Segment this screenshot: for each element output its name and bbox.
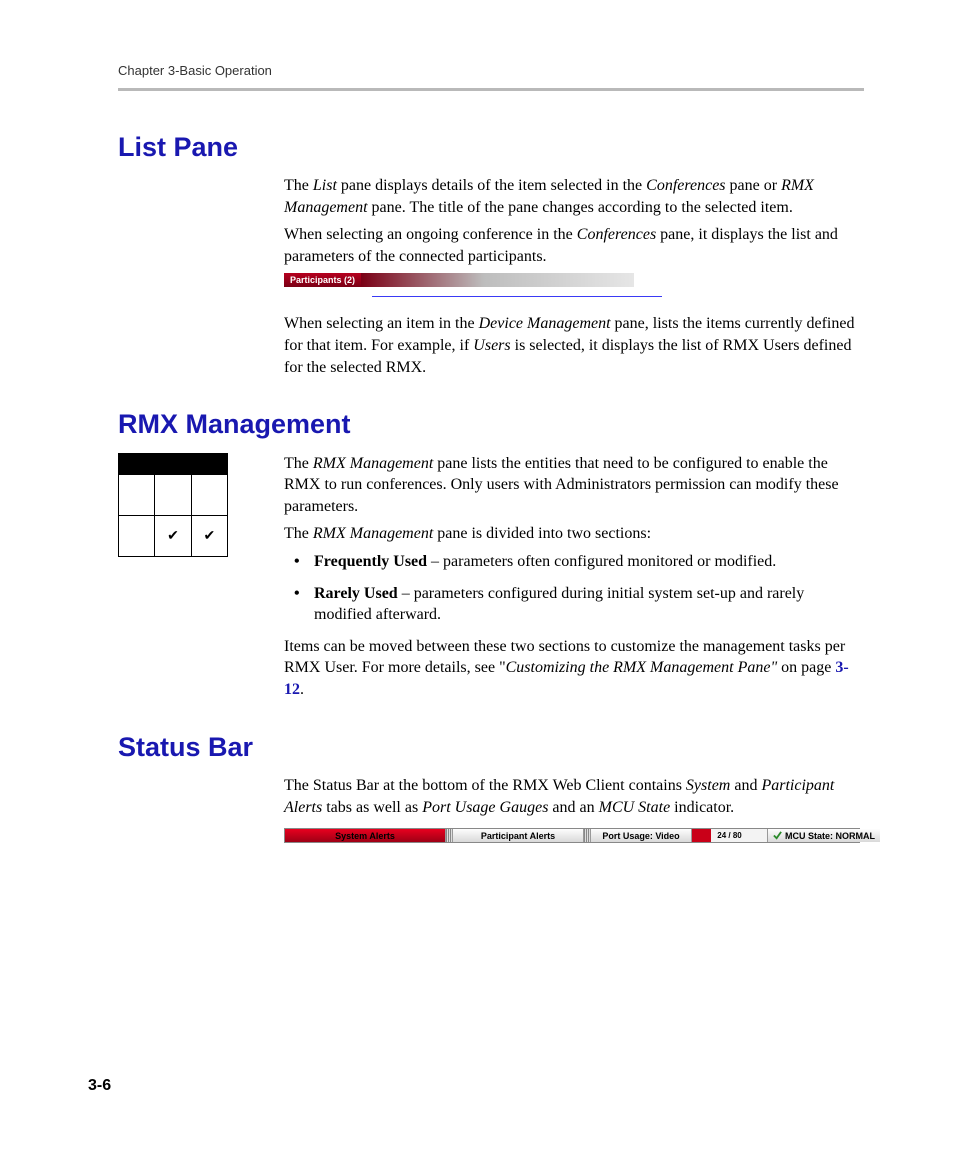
page-number: 3-6 [88, 1075, 111, 1097]
text-italic: Device Management [479, 315, 611, 332]
text-italic: Conferences [646, 177, 725, 194]
text-italic: MCU State [599, 799, 671, 816]
rmx-side-table: ✔ ✔ [118, 453, 228, 557]
text: and an [548, 799, 598, 816]
list-pane-p1: The List pane displays details of the it… [284, 175, 864, 218]
gauge-text: 24 / 80 [692, 829, 767, 842]
header-rule [118, 88, 864, 91]
text-italic: Port Usage Gauges [422, 799, 548, 816]
heading-status-bar: Status Bar [118, 729, 864, 765]
text: The [284, 525, 313, 542]
list-item: Rarely Used – parameters configured duri… [284, 583, 864, 626]
participant-alerts-tab[interactable]: Participant Alerts [453, 829, 584, 842]
text-italic: RMX Management [313, 525, 433, 542]
text: pane displays details of the item select… [337, 177, 646, 194]
text-italic: System [686, 777, 730, 794]
status-bar-p1: The Status Bar at the bottom of the RMX … [284, 775, 864, 818]
participants-label: Participants (2) [284, 273, 361, 287]
rmx-p1: The RMX Management pane lists the entiti… [284, 453, 864, 518]
text-italic: List [313, 177, 337, 194]
participants-bar: Participants (2) [284, 273, 634, 287]
side-table-header [119, 453, 228, 474]
chapter-label: Chapter 3-Basic Operation [118, 62, 864, 80]
participants-bar-tail [361, 273, 634, 287]
text: pane. The title of the pane changes acco… [368, 199, 793, 216]
mcu-state-text: MCU State: NORMAL [785, 830, 875, 842]
text-italic: RMX Management [313, 455, 433, 472]
text: When selecting an ongoing conference in … [284, 226, 577, 243]
text: The Status Bar at the bottom of the RMX … [284, 777, 686, 794]
bullet-desc: – parameters often configured monitored … [427, 553, 776, 570]
section-status-bar: Status Bar The Status Bar at the bottom … [118, 729, 864, 844]
rmx-bullet-list: Frequently Used – parameters often confi… [284, 551, 864, 626]
side-table-cell [119, 515, 155, 556]
bullet-term: Rarely Used [314, 585, 398, 602]
heading-list-pane: List Pane [118, 129, 864, 165]
list-item: Frequently Used – parameters often confi… [284, 551, 864, 573]
list-pane-p3: When selecting an item in the Device Man… [284, 313, 864, 378]
status-bar-graphic: System Alerts Participant Alerts Port Us… [284, 828, 860, 843]
text-italic: Users [473, 337, 510, 354]
text: pane or [726, 177, 782, 194]
bullet-term: Frequently Used [314, 553, 427, 570]
rmx-p3: Items can be moved between these two sec… [284, 636, 864, 701]
text: When selecting an item in the [284, 315, 479, 332]
section-rmx-management: RMX Management ✔ ✔ The RMX Management pa… [118, 406, 864, 700]
rmx-p2: The RMX Management pane is divided into … [284, 523, 864, 545]
mcu-state-indicator: MCU State: NORMAL [768, 829, 880, 842]
heading-rmx-management: RMX Management [118, 406, 864, 442]
text: . [300, 681, 304, 698]
text: The [284, 455, 313, 472]
text: tabs as well as [322, 799, 422, 816]
text: on page [777, 659, 835, 676]
check-icon: ✔ [155, 515, 191, 556]
text-italic: Conferences [577, 226, 656, 243]
check-icon [773, 831, 782, 840]
grip-icon [446, 829, 453, 842]
text: pane is divided into two sections: [433, 525, 651, 542]
port-usage-label: Port Usage: Video [591, 829, 692, 842]
text: and [730, 777, 761, 794]
grip-icon [584, 829, 591, 842]
system-alerts-tab[interactable]: System Alerts [285, 829, 446, 842]
text: indicator. [670, 799, 734, 816]
section-list-pane: List Pane The List pane displays details… [118, 129, 864, 379]
participants-underline [372, 296, 662, 297]
text: The [284, 177, 313, 194]
check-icon: ✔ [191, 515, 227, 556]
list-pane-p2: When selecting an ongoing conference in … [284, 224, 864, 267]
port-usage-gauge: 24 / 80 [692, 829, 768, 842]
text-italic: Customizing the RMX Management Pane" [506, 659, 778, 676]
